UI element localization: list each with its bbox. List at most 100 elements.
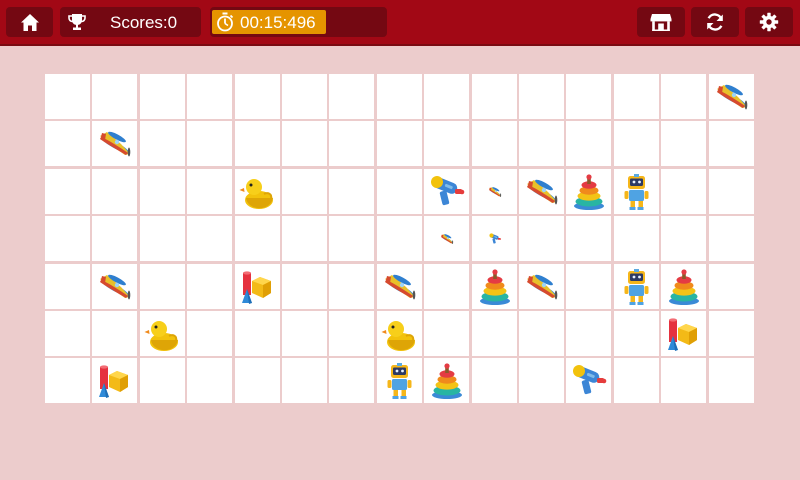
board-cell[interactable] (187, 169, 232, 214)
board-cell[interactable] (661, 358, 706, 403)
board-cell[interactable] (282, 121, 327, 166)
board-cell[interactable] (329, 264, 374, 309)
board-tile-water-gun[interactable] (566, 358, 611, 403)
board-cell[interactable] (661, 74, 706, 119)
board-cell[interactable] (282, 311, 327, 356)
board-cell[interactable] (424, 121, 469, 166)
board-tile-stacking-rings[interactable] (566, 169, 611, 214)
board-cell[interactable] (187, 74, 232, 119)
board-cell[interactable] (45, 358, 90, 403)
board-cell[interactable] (709, 264, 754, 309)
shop-button[interactable] (637, 7, 685, 37)
board-cell[interactable] (45, 74, 90, 119)
board-tile-airplane[interactable] (709, 74, 754, 119)
board-cell[interactable] (45, 121, 90, 166)
board-cell[interactable] (45, 311, 90, 356)
board-cell[interactable] (614, 216, 659, 261)
board-tile-robot[interactable] (614, 264, 659, 309)
board-tile-airplane-small[interactable] (424, 216, 469, 261)
board-cell[interactable] (709, 311, 754, 356)
board-cell[interactable] (329, 74, 374, 119)
board-tile-duck[interactable] (235, 169, 280, 214)
board-cell[interactable] (92, 216, 137, 261)
board-cell[interactable] (424, 264, 469, 309)
board-cell[interactable] (709, 121, 754, 166)
board-cell[interactable] (614, 358, 659, 403)
board-cell[interactable] (235, 74, 280, 119)
board-cell[interactable] (45, 216, 90, 261)
board-cell[interactable] (282, 169, 327, 214)
board-cell[interactable] (235, 311, 280, 356)
board-tile-airplane[interactable] (92, 264, 137, 309)
board-tile-stacking-rings[interactable] (661, 264, 706, 309)
board-cell[interactable] (709, 358, 754, 403)
board-cell[interactable] (614, 74, 659, 119)
board-cell[interactable] (282, 264, 327, 309)
board-cell[interactable] (472, 311, 517, 356)
board-cell[interactable] (709, 216, 754, 261)
board-cell[interactable] (472, 358, 517, 403)
board-cell[interactable] (566, 264, 611, 309)
board-cell[interactable] (661, 216, 706, 261)
board-tile-blocks[interactable] (235, 264, 280, 309)
board-tile-blocks[interactable] (92, 358, 137, 403)
board-cell[interactable] (45, 169, 90, 214)
board-cell[interactable] (187, 121, 232, 166)
board-cell[interactable] (140, 121, 185, 166)
board-cell[interactable] (661, 169, 706, 214)
board-tile-robot[interactable] (377, 358, 422, 403)
board-cell[interactable] (424, 74, 469, 119)
board-cell[interactable] (140, 358, 185, 403)
board-cell[interactable] (472, 121, 517, 166)
board-cell[interactable] (329, 358, 374, 403)
board-tile-water-gun-small[interactable] (472, 216, 517, 261)
board-cell[interactable] (282, 74, 327, 119)
board-cell[interactable] (566, 216, 611, 261)
board-cell[interactable] (92, 74, 137, 119)
board-tile-water-gun[interactable] (424, 169, 469, 214)
board-cell[interactable] (377, 169, 422, 214)
board-cell[interactable] (329, 121, 374, 166)
board-cell[interactable] (235, 216, 280, 261)
board-cell[interactable] (92, 169, 137, 214)
board-tile-airplane[interactable] (92, 121, 137, 166)
board-cell[interactable] (92, 311, 137, 356)
board-tile-airplane[interactable] (377, 264, 422, 309)
board-cell[interactable] (329, 311, 374, 356)
board-tile-airplane[interactable] (519, 264, 564, 309)
board-tile-airplane-small[interactable] (472, 169, 517, 214)
board-tile-duck[interactable] (140, 311, 185, 356)
board-cell[interactable] (329, 169, 374, 214)
board-cell[interactable] (424, 311, 469, 356)
board-cell[interactable] (140, 216, 185, 261)
board-cell[interactable] (235, 121, 280, 166)
board-tile-stacking-rings[interactable] (472, 264, 517, 309)
board-cell[interactable] (566, 74, 611, 119)
board-cell[interactable] (187, 358, 232, 403)
board-cell[interactable] (140, 264, 185, 309)
board-cell[interactable] (566, 121, 611, 166)
board-cell[interactable] (282, 358, 327, 403)
board-cell[interactable] (45, 264, 90, 309)
board-cell[interactable] (614, 311, 659, 356)
board-cell[interactable] (519, 358, 564, 403)
board-cell[interactable] (377, 216, 422, 261)
board-tile-blocks[interactable] (661, 311, 706, 356)
board-tile-stacking-rings[interactable] (424, 358, 469, 403)
board-cell[interactable] (709, 169, 754, 214)
board-cell[interactable] (377, 74, 422, 119)
board-cell[interactable] (472, 74, 517, 119)
board-tile-robot[interactable] (614, 169, 659, 214)
board-cell[interactable] (519, 216, 564, 261)
board-tile-duck[interactable] (377, 311, 422, 356)
board-tile-airplane[interactable] (519, 169, 564, 214)
settings-button[interactable] (745, 7, 793, 37)
board-cell[interactable] (187, 264, 232, 309)
board-cell[interactable] (661, 121, 706, 166)
board-cell[interactable] (519, 74, 564, 119)
refresh-button[interactable] (691, 7, 739, 37)
board-cell[interactable] (377, 121, 422, 166)
board-cell[interactable] (566, 311, 611, 356)
board-cell[interactable] (519, 121, 564, 166)
board-cell[interactable] (140, 74, 185, 119)
